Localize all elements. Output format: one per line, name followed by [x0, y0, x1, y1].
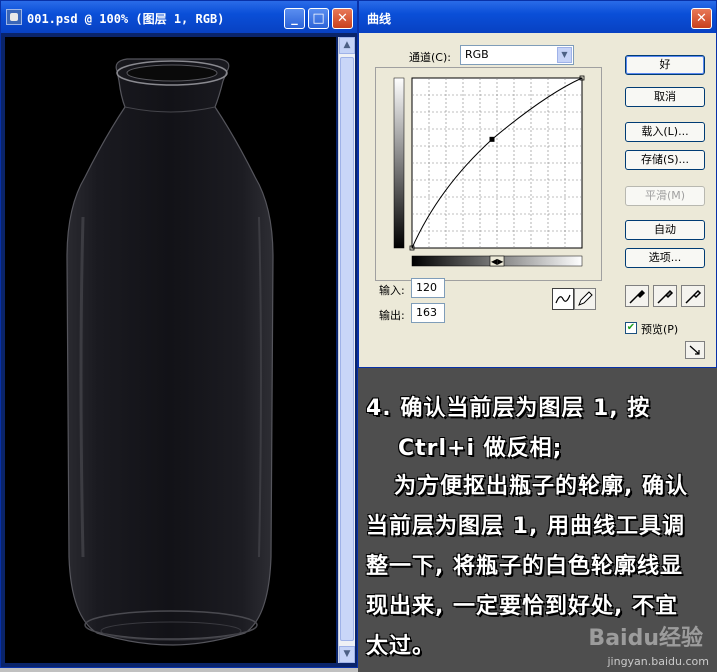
- document-window: 001.psd @ 100% (图层 1, RGB) _ □ ✕ ▲ ▼: [0, 0, 358, 668]
- output-gradient-bar: [393, 77, 405, 249]
- smooth-button[interactable]: 平滑(M): [625, 186, 705, 206]
- output-field[interactable]: 163: [411, 303, 445, 323]
- auto-button[interactable]: 自动: [625, 220, 705, 240]
- instruction-line-3: 为方便抠出瓶子的轮廓, 确认: [394, 474, 689, 499]
- curve-tool-icon[interactable]: [552, 288, 574, 310]
- curves-title: 曲线: [367, 12, 392, 26]
- instruction-line-7: 太过。: [366, 634, 436, 659]
- white-eyedropper-icon[interactable]: [681, 285, 705, 307]
- bottle-image: [66, 58, 274, 646]
- expand-icon[interactable]: [685, 341, 705, 359]
- curve-graph: ◀▶: [393, 75, 585, 267]
- input-label: 输入:: [379, 284, 405, 297]
- black-eyedropper-icon[interactable]: [625, 285, 649, 307]
- channel-select[interactable]: RGB ▼: [460, 45, 574, 65]
- instruction-panel: 4. 确认当前层为图层 1, 按 Ctrl+i 做反相; 为方便抠出瓶子的轮廓,…: [358, 368, 717, 672]
- document-titlebar[interactable]: 001.psd @ 100% (图层 1, RGB) _ □ ✕: [1, 1, 357, 33]
- channel-label: 通道(C):: [409, 51, 451, 64]
- ok-button[interactable]: 好: [625, 55, 705, 75]
- close-button[interactable]: ✕: [691, 8, 712, 29]
- curves-dialog: 曲线 ✕ 通道(C): RGB ▼ ◀▶ 输入: 120 输出: 163 好 取…: [358, 0, 717, 368]
- input-field[interactable]: 120: [411, 278, 445, 298]
- options-button[interactable]: 选项...: [625, 248, 705, 268]
- curve-editor[interactable]: ◀▶: [375, 67, 602, 281]
- curve-control-point: [489, 136, 495, 142]
- preview-checkbox[interactable]: ✔: [625, 322, 637, 334]
- chevron-down-icon[interactable]: ▼: [557, 47, 572, 63]
- maximize-button[interactable]: □: [308, 8, 329, 29]
- photoshop-icon: [6, 9, 22, 25]
- channel-value: RGB: [465, 48, 489, 61]
- instruction-line-1: 4. 确认当前层为图层 1, 按: [366, 396, 651, 421]
- scroll-thumb[interactable]: [340, 57, 354, 641]
- preview-label: 预览(P): [641, 323, 679, 336]
- watermark-url: jingyan.baidu.com: [607, 655, 709, 668]
- baidu-watermark-logo: Baidu经验: [588, 626, 703, 651]
- vertical-scrollbar[interactable]: ▲ ▼: [338, 37, 355, 663]
- document-title: 001.psd @ 100% (图层 1, RGB): [27, 12, 225, 26]
- output-label: 输出:: [379, 309, 405, 322]
- instruction-line-6: 现出来, 一定要恰到好处, 不宜: [366, 594, 679, 619]
- close-button[interactable]: ✕: [332, 8, 353, 29]
- svg-text:◀▶: ◀▶: [491, 257, 504, 266]
- minimize-button[interactable]: _: [284, 8, 305, 29]
- instruction-line-4: 当前层为图层 1, 用曲线工具调: [366, 514, 685, 539]
- scroll-down-icon[interactable]: ▼: [339, 646, 355, 663]
- pencil-tool-icon[interactable]: [574, 288, 596, 310]
- save-button[interactable]: 存储(S)...: [625, 150, 705, 170]
- scroll-up-icon[interactable]: ▲: [339, 37, 355, 54]
- cancel-button[interactable]: 取消: [625, 87, 705, 107]
- gray-eyedropper-icon[interactable]: [653, 285, 677, 307]
- curves-titlebar[interactable]: 曲线 ✕: [359, 1, 716, 33]
- canvas-bottle-image[interactable]: [5, 37, 336, 663]
- instruction-line-5: 整一下, 将瓶子的白色轮廓线显: [366, 554, 684, 579]
- instruction-line-2: Ctrl+i 做反相;: [398, 436, 563, 461]
- load-button[interactable]: 载入(L)...: [625, 122, 705, 142]
